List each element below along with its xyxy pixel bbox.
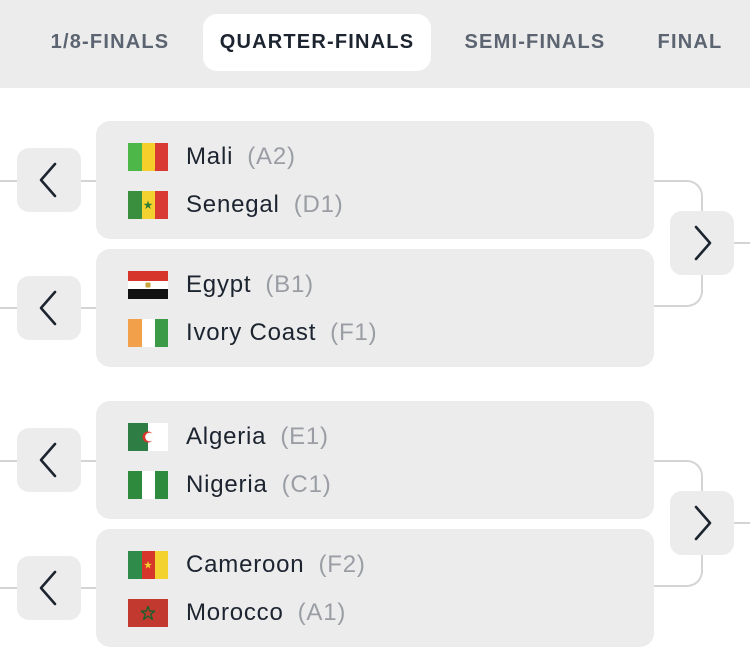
team-row: Morocco (A1) — [128, 598, 346, 628]
previous-round-button[interactable] — [17, 428, 81, 492]
previous-round-button[interactable] — [17, 556, 81, 620]
chevron-left-icon — [39, 290, 57, 326]
previous-round-button[interactable] — [17, 276, 81, 340]
team-row: Algeria (E1) — [128, 422, 329, 452]
group-seed: (A1) — [297, 599, 347, 626]
group-seed: (E1) — [280, 423, 329, 450]
tab-quarter-finals[interactable]: QUARTER-FINALS — [203, 14, 431, 71]
team-name: Cameroon — [186, 551, 305, 578]
round-tab-bar: 1/8-FINALS QUARTER-FINALS SEMI-FINALS FI… — [0, 0, 750, 88]
team-row: Ivory Coast (F1) — [128, 318, 377, 348]
star-icon — [141, 606, 155, 620]
next-round-button[interactable] — [670, 491, 734, 555]
chevron-right-icon — [694, 505, 712, 541]
group-seed: (B1) — [265, 271, 314, 298]
tab-semi-finals[interactable]: SEMI-FINALS — [444, 14, 626, 71]
match-card[interactable]: Algeria (E1) Nigeria (C1) — [96, 401, 654, 519]
connector-line — [0, 307, 18, 309]
connector-line — [80, 460, 96, 462]
connector-line — [0, 460, 18, 462]
mali-flag — [128, 143, 168, 171]
tab-round-of-16[interactable]: 1/8-FINALS — [30, 14, 190, 71]
match-card[interactable]: Cameroon (F2) Morocco (A1) — [96, 529, 654, 647]
group-seed: (C1) — [281, 471, 332, 498]
connector-line — [80, 180, 96, 182]
team-row: Nigeria (C1) — [128, 470, 332, 500]
team-name: Nigeria — [186, 471, 268, 498]
team-name: Senegal — [186, 191, 280, 218]
team-name: Algeria — [186, 423, 267, 450]
knockout-bracket: Mali (A2) Senegal (D1) Egypt (B1) Ivory … — [0, 88, 750, 671]
algeria-flag — [128, 423, 168, 451]
chevron-left-icon — [39, 442, 57, 478]
team-row: Egypt (B1) — [128, 270, 314, 300]
group-seed: (D1) — [293, 191, 344, 218]
connector-line — [80, 307, 96, 309]
nigeria-flag — [128, 471, 168, 499]
star-icon — [143, 200, 153, 210]
match-card[interactable]: Mali (A2) Senegal (D1) — [96, 121, 654, 239]
team-name: Morocco — [186, 599, 284, 626]
connector-line — [734, 242, 750, 244]
connector-line — [0, 587, 18, 589]
connector-line — [734, 522, 750, 524]
chevron-left-icon — [39, 162, 57, 198]
cameroon-flag — [128, 551, 168, 579]
group-seed: (F1) — [330, 319, 378, 346]
connector-line — [80, 587, 96, 589]
crescent-icon — [142, 431, 154, 443]
previous-round-button[interactable] — [17, 148, 81, 212]
tab-final[interactable]: FINAL — [640, 14, 740, 71]
team-name: Ivory Coast — [186, 319, 317, 346]
match-card[interactable]: Egypt (B1) Ivory Coast (F1) — [96, 249, 654, 367]
next-round-button[interactable] — [670, 211, 734, 275]
group-seed: (F2) — [318, 551, 366, 578]
chevron-right-icon — [694, 225, 712, 261]
connector-line — [0, 180, 18, 182]
team-name: Mali — [186, 143, 234, 170]
group-seed: (A2) — [247, 143, 296, 170]
star-icon — [144, 561, 152, 569]
team-row: Mali (A2) — [128, 142, 296, 172]
egypt-flag — [128, 271, 168, 299]
team-row: Senegal (D1) — [128, 190, 344, 220]
morocco-flag — [128, 599, 168, 627]
chevron-left-icon — [39, 570, 57, 606]
team-row: Cameroon (F2) — [128, 550, 366, 580]
senegal-flag — [128, 191, 168, 219]
team-name: Egypt — [186, 271, 252, 298]
ivory-coast-flag — [128, 319, 168, 347]
